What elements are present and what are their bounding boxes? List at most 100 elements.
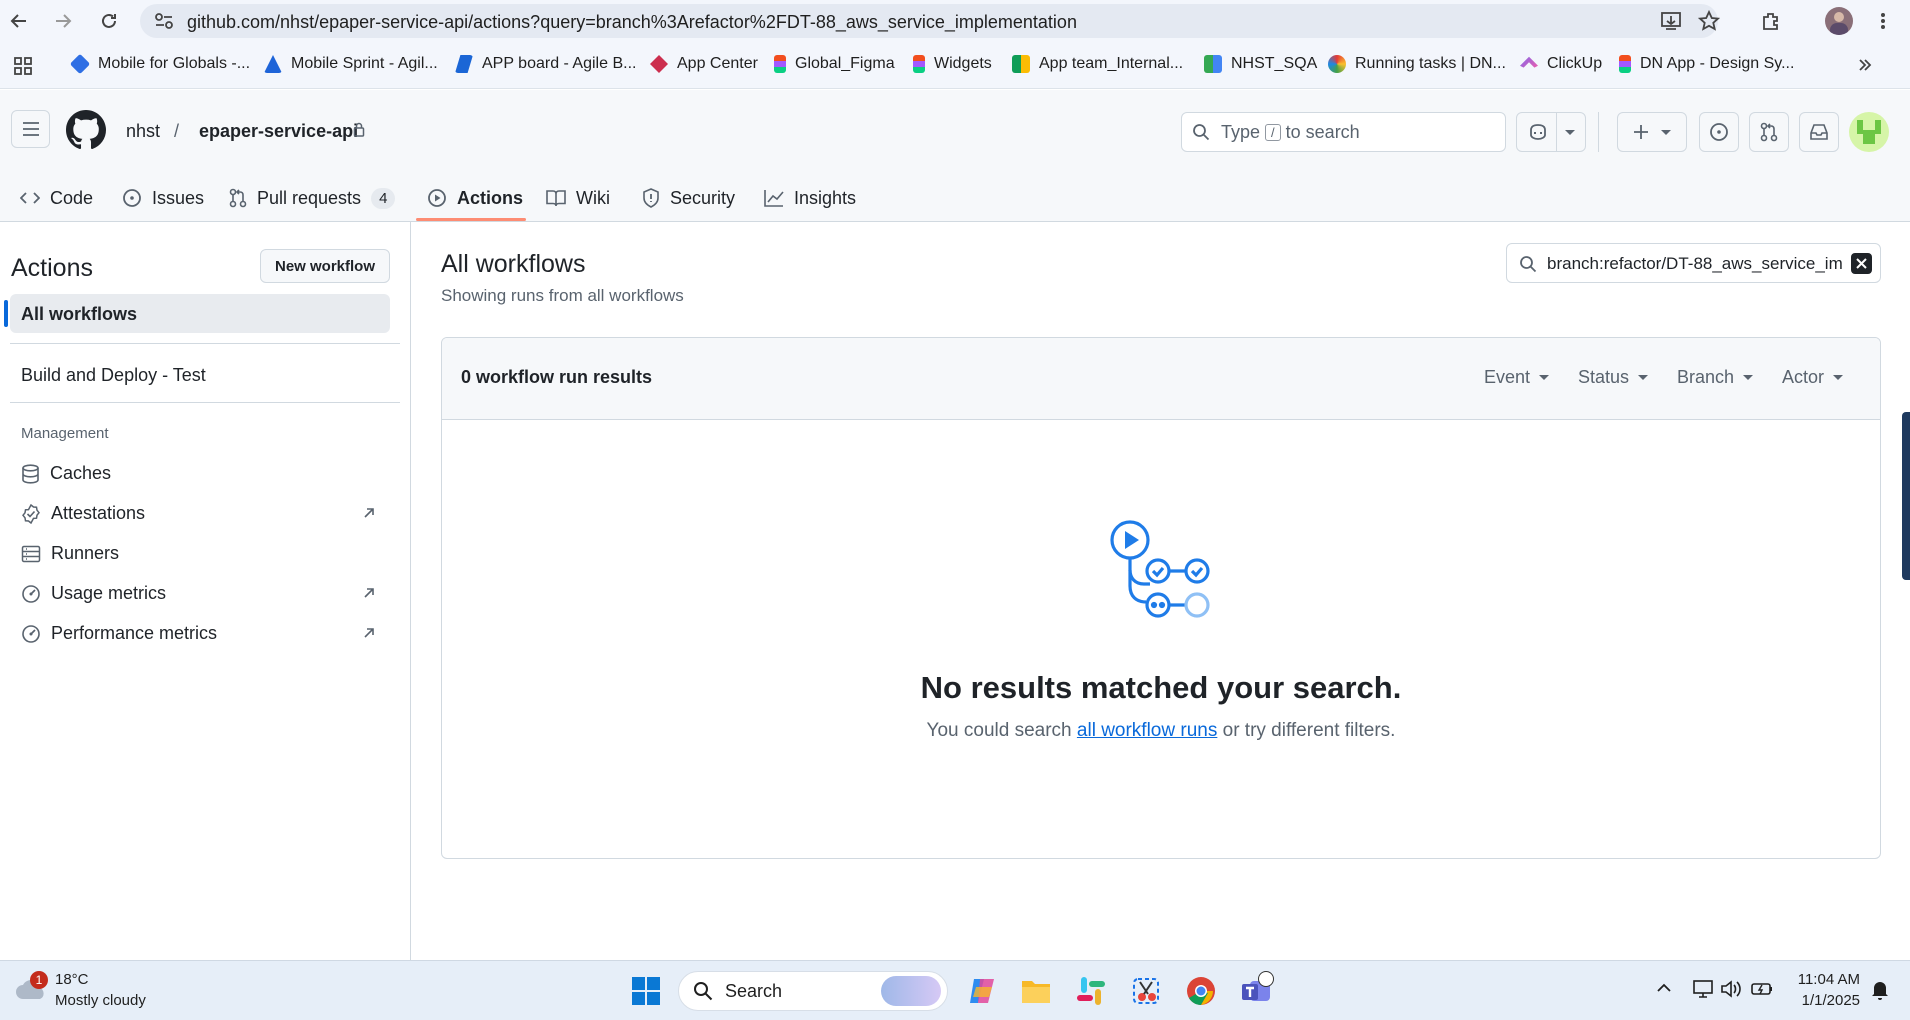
tab-wiki[interactable]: Wiki [546,178,610,218]
meter-icon [22,584,40,603]
search-icon [1193,124,1210,141]
teams-status-icon [1258,971,1274,987]
actor-filter-dropdown[interactable]: Actor [1782,367,1844,388]
slack-icon[interactable] [1075,975,1107,1007]
graph-icon [764,190,784,207]
issue-icon [1710,123,1728,141]
database-icon [22,463,39,484]
verified-icon [22,503,40,524]
taskbar-search-box[interactable]: Search [678,971,948,1011]
bookmark-favicon-icon [455,55,473,73]
clickup-icon [1520,56,1538,68]
empty-state-message: You could search all workflow runs or tr… [926,720,1396,741]
show-hidden-icons-chevron-icon[interactable] [1656,981,1672,993]
chrome-icon[interactable] [1185,975,1217,1007]
bookmark-item[interactable]: APP board - Agile B... [455,55,636,73]
bookmark-item[interactable]: Running tasks | DN... [1328,55,1506,73]
install-app-icon[interactable] [1660,11,1682,31]
notification-bell-icon[interactable] [1870,979,1890,1001]
reload-icon[interactable] [96,8,122,34]
windows-start-icon[interactable] [630,975,662,1007]
bookmark-item[interactable]: ClickUp [1520,55,1602,73]
bookmark-item[interactable]: NHST_SQA [1204,55,1317,73]
pull-requests-button[interactable] [1749,112,1789,152]
sidebar-item-usage-metrics[interactable]: Usage metrics [21,583,166,604]
forward-arrow-icon[interactable] [50,8,76,34]
page-subtitle: Showing runs from all workflows [441,286,684,305]
issues-button[interactable] [1699,112,1739,152]
copilot-button[interactable] [1516,112,1586,152]
copilot-app-icon[interactable] [966,975,998,1007]
clear-filter-icon[interactable] [1851,253,1872,274]
sidebar-item-workflow[interactable]: Build and Deploy - Test [21,365,206,386]
sidebar-item-performance-metrics[interactable]: Performance metrics [21,623,217,644]
pull-requests-count-badge: 4 [371,187,396,209]
repo-owner-link[interactable]: nhst [126,121,160,142]
workflow-empty-state-icon [1108,518,1214,622]
all-workflow-runs-link[interactable]: all workflow runs [1077,720,1217,741]
meter-icon [22,624,40,643]
clock-date[interactable]: 1/1/2025 [1780,992,1860,1009]
event-filter-dropdown[interactable]: Event [1484,367,1550,388]
search-highlight-image [881,976,941,1006]
tab-code[interactable]: Code [20,178,93,218]
branch-filter-dropdown[interactable]: Branch [1677,367,1754,388]
bookmark-item[interactable]: Mobile for Globals -... [69,53,250,75]
browser-menu-icon[interactable] [1870,8,1896,34]
repo-name-link[interactable]: epaper-service-api [199,121,358,142]
sidebar-item-caches[interactable]: Caches [21,463,111,484]
tab-security[interactable]: Security [642,178,735,218]
sidebar-item-attestations[interactable]: Attestations [21,503,145,524]
bookmark-item[interactable]: App team_Internal... [1012,55,1183,73]
apps-grid-icon[interactable] [13,56,33,76]
extensions-icon[interactable] [1758,8,1784,34]
selected-indicator [4,300,8,327]
github-logo-icon[interactable] [66,110,106,150]
bookmark-item[interactable]: DN App - Design Sy... [1619,55,1794,73]
site-info-icon[interactable] [154,12,174,30]
tab-insights[interactable]: Insights [764,178,856,218]
display-icon[interactable] [1692,979,1714,999]
user-avatar[interactable] [1849,112,1889,152]
snipping-tool-icon[interactable] [1130,975,1162,1007]
tab-actions[interactable]: Actions [427,178,523,218]
battery-icon[interactable] [1750,979,1774,999]
management-heading: Management [21,425,109,442]
profile-avatar[interactable] [1825,7,1853,35]
side-panel-handle[interactable] [1902,412,1910,580]
bookmark-favicon-icon [650,55,668,73]
file-explorer-icon[interactable] [1020,975,1052,1007]
bookmark-item[interactable]: Widgets [913,55,992,73]
bookmark-star-icon[interactable] [1698,10,1720,32]
global-search-input[interactable]: Type / to search [1181,112,1506,152]
issue-icon [123,189,141,207]
bookmark-item[interactable]: Mobile Sprint - Agil... [264,55,438,73]
bookmark-favicon-icon [1328,55,1346,73]
bookmark-favicon-icon [264,55,282,73]
tab-pull-requests[interactable]: Pull requests 4 [229,178,396,218]
browser-toolbar: github.com/nhst/epaper-service-api/actio… [0,0,1910,43]
bookmark-item[interactable]: Global_Figma [774,55,895,73]
chevron-down-icon [1743,375,1754,380]
inbox-button[interactable] [1799,112,1839,152]
address-bar[interactable]: github.com/nhst/epaper-service-api/actio… [140,4,1720,38]
workflow-filter-input[interactable]: branch:refactor/DT-88_aws_service_implem… [1506,243,1881,283]
figma-icon [1619,55,1631,73]
hamburger-menu-button[interactable] [11,110,50,148]
create-new-button[interactable] [1617,112,1687,152]
new-workflow-button[interactable]: New workflow [260,249,390,283]
back-arrow-icon[interactable] [6,8,32,34]
sidebar-item-all-workflows[interactable]: All workflows [4,294,390,333]
clock-time[interactable]: 11:04 AM [1780,971,1860,988]
search-icon [694,982,713,1001]
bookmark-item[interactable]: App Center [650,55,758,73]
runs-box-header [442,338,1880,420]
bookmark-favicon-icon [69,53,91,75]
volume-icon[interactable] [1720,979,1742,999]
tab-issues[interactable]: Issues [122,178,204,218]
status-filter-dropdown[interactable]: Status [1578,367,1649,388]
meet-icon [1012,55,1030,73]
menu-icon [22,122,39,136]
sidebar-item-runners[interactable]: Runners [21,543,119,564]
more-bookmarks-chevron-icon[interactable] [1856,56,1874,74]
